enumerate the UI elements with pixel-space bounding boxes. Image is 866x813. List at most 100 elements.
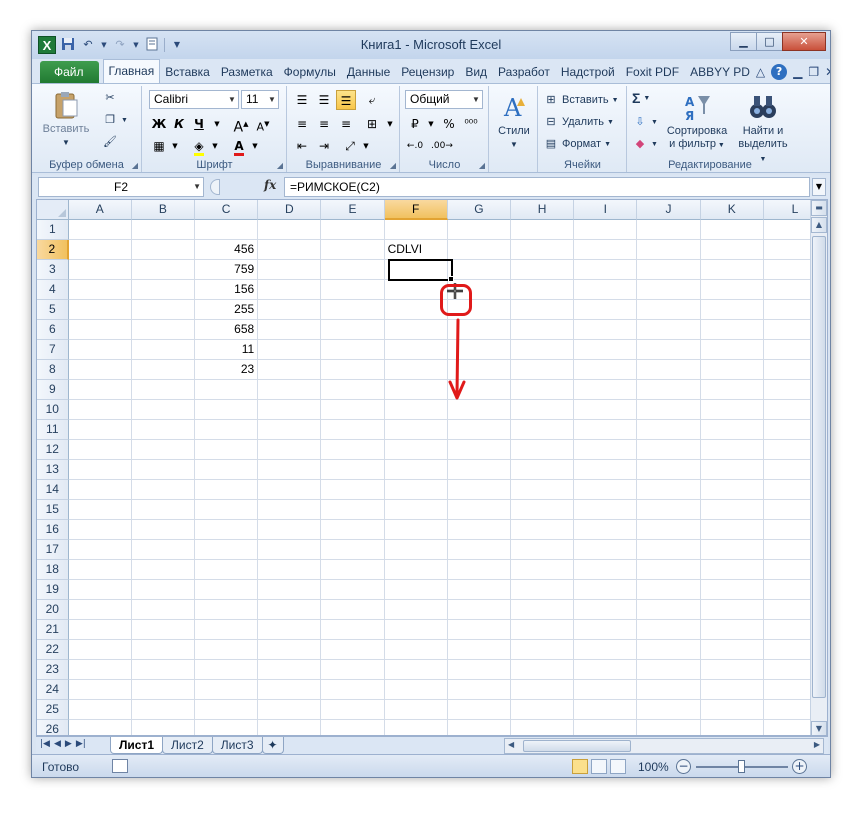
- cell-d22[interactable]: [258, 640, 322, 660]
- cell-i23[interactable]: [574, 660, 638, 680]
- cell-d24[interactable]: [258, 680, 322, 700]
- underline-button[interactable]: Ч: [189, 114, 209, 134]
- zoom-in-icon[interactable]: +: [792, 759, 807, 774]
- cell-h2[interactable]: [511, 240, 575, 260]
- name-box-dropdown-icon[interactable]: ▼: [193, 178, 201, 196]
- cell-c16[interactable]: [194, 520, 259, 540]
- cell-e1[interactable]: [321, 220, 385, 240]
- column-header-k[interactable]: K: [700, 200, 764, 220]
- row-header[interactable]: 2: [37, 240, 69, 260]
- delete-cells-button[interactable]: ⊟ Удалить ▼: [543, 114, 614, 130]
- merge-dropdown-icon[interactable]: ▼: [380, 114, 400, 134]
- cut-button[interactable]: ✂: [102, 90, 118, 106]
- cell-c25[interactable]: [194, 700, 259, 720]
- cell-c26[interactable]: [195, 720, 259, 735]
- cell-f16[interactable]: [384, 520, 448, 540]
- cell-f15[interactable]: [384, 500, 448, 520]
- cell-b23[interactable]: [131, 660, 195, 680]
- cell-d13[interactable]: [258, 460, 322, 480]
- font-size-combo[interactable]: 11 ▼: [241, 90, 279, 109]
- cell-h6[interactable]: [510, 320, 575, 340]
- cell-f8[interactable]: [384, 360, 448, 380]
- cell-d4[interactable]: [258, 280, 322, 300]
- cell-e18[interactable]: [321, 560, 385, 580]
- cell-a4[interactable]: [68, 280, 132, 300]
- cell-j22[interactable]: [637, 640, 701, 660]
- cell-j3[interactable]: [637, 260, 701, 280]
- cell-f4[interactable]: [384, 280, 448, 300]
- cell-b17[interactable]: [131, 540, 195, 560]
- cell-i2[interactable]: [574, 240, 638, 260]
- find-select-button[interactable]: Найти и выделить ▼: [734, 92, 792, 166]
- cell-a17[interactable]: [68, 540, 132, 560]
- row-header[interactable]: 22: [37, 640, 69, 660]
- wrap-text-icon[interactable]: ⤶: [362, 90, 382, 110]
- tab-insert[interactable]: Вставка: [160, 61, 216, 83]
- sort-filter-button[interactable]: АЯ Сортировка и фильтр ▼: [662, 92, 732, 152]
- cell-i26[interactable]: [574, 720, 638, 735]
- cell-c6[interactable]: 658: [194, 320, 259, 340]
- cell-h14[interactable]: [510, 480, 575, 500]
- insert-cells-button[interactable]: ⊞ Вставить ▼: [543, 92, 618, 108]
- cell-a5[interactable]: [68, 300, 132, 320]
- cell-f20[interactable]: [384, 600, 448, 620]
- cell-h24[interactable]: [510, 680, 575, 700]
- cell-a6[interactable]: [68, 320, 132, 340]
- cell-d21[interactable]: [258, 620, 322, 640]
- cell-f22[interactable]: [384, 640, 448, 660]
- cell-h19[interactable]: [510, 580, 575, 600]
- cell-g16[interactable]: [447, 520, 511, 540]
- cell-c19[interactable]: [194, 580, 259, 600]
- cell-k9[interactable]: [700, 380, 764, 400]
- cell-d16[interactable]: [258, 520, 322, 540]
- last-sheet-icon[interactable]: ▶|: [76, 739, 86, 749]
- cell-f23[interactable]: [384, 660, 448, 680]
- cell-d11[interactable]: [258, 420, 322, 440]
- cell-i4[interactable]: [574, 280, 638, 300]
- cell-c17[interactable]: [194, 540, 259, 560]
- vertical-scrollbar[interactable]: ▬ ▲ ▼: [810, 200, 827, 735]
- row-header[interactable]: 16: [37, 520, 69, 540]
- decrease-indent-icon[interactable]: ⇤: [292, 136, 312, 156]
- increase-decimal-icon[interactable]: ←.0: [405, 136, 425, 156]
- row-header[interactable]: 18: [37, 560, 69, 580]
- zoom-out-icon[interactable]: −: [676, 759, 691, 774]
- cell-f5[interactable]: [384, 300, 448, 320]
- cell-j20[interactable]: [637, 600, 701, 620]
- align-left-icon[interactable]: ≡: [292, 114, 312, 134]
- row-header[interactable]: 25: [37, 700, 69, 720]
- number-format-combo[interactable]: Общий ▼: [405, 90, 483, 109]
- cell-b13[interactable]: [131, 460, 195, 480]
- cell-f6[interactable]: [384, 320, 448, 340]
- cell-d18[interactable]: [258, 560, 322, 580]
- cell-c9[interactable]: [194, 380, 259, 400]
- cell-e15[interactable]: [321, 500, 385, 520]
- sheet-tab-1[interactable]: Лист1: [110, 737, 164, 754]
- cell-j14[interactable]: [637, 480, 701, 500]
- cell-b16[interactable]: [131, 520, 195, 540]
- tab-data[interactable]: Данные: [342, 61, 396, 83]
- cell-a13[interactable]: [68, 460, 132, 480]
- column-header-c[interactable]: C: [195, 200, 259, 220]
- worksheet-grid[interactable]: ABCDEFGHIJKL 1 2 456 CDLVI 3 759 4 156 5 255 6 658 7…: [36, 199, 828, 736]
- cell-k20[interactable]: [700, 600, 764, 620]
- cell-c7[interactable]: 11: [194, 340, 259, 360]
- cell-j19[interactable]: [637, 580, 701, 600]
- cell-i3[interactable]: [574, 260, 638, 280]
- normal-view-icon[interactable]: [572, 759, 588, 774]
- cell-d25[interactable]: [258, 700, 322, 720]
- cell-k15[interactable]: [700, 500, 764, 520]
- cell-b5[interactable]: [131, 300, 195, 320]
- cell-h26[interactable]: [511, 720, 575, 735]
- cell-c24[interactable]: [194, 680, 259, 700]
- clear-button[interactable]: ◆ ▼: [632, 136, 658, 152]
- insert-sheet-icon[interactable]: ✦: [261, 737, 284, 754]
- decrease-decimal-icon[interactable]: .00→: [431, 136, 453, 156]
- cell-d12[interactable]: [258, 440, 322, 460]
- cell-b10[interactable]: [131, 400, 195, 420]
- cell-f3[interactable]: [384, 260, 448, 280]
- cell-c12[interactable]: [194, 440, 259, 460]
- cell-i13[interactable]: [574, 460, 638, 480]
- tab-formulas[interactable]: Формулы: [279, 61, 342, 83]
- cell-b3[interactable]: [131, 260, 195, 280]
